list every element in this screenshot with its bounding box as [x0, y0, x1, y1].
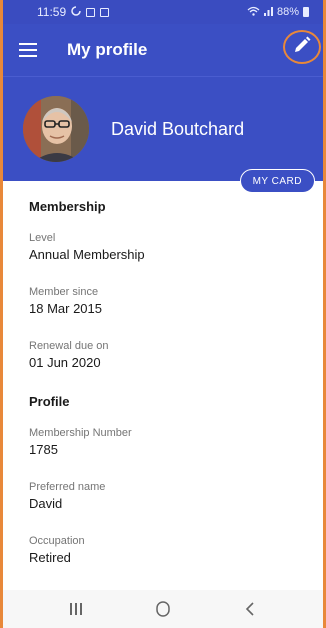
field-label: Preferred name	[29, 481, 106, 493]
field-occupation: Occupation Retired	[29, 535, 323, 565]
field-value: David	[29, 496, 63, 511]
field-label: Level	[29, 232, 56, 244]
field-value: 1785	[29, 442, 58, 457]
recents-icon[interactable]	[56, 597, 96, 621]
status-time: 11:59	[37, 5, 67, 19]
membership-section-title: Membership	[29, 199, 106, 214]
field-value: 18 Mar 2015	[29, 301, 102, 316]
home-icon[interactable]	[143, 597, 183, 621]
back-icon[interactable]	[230, 597, 270, 621]
field-level: Level Annual Membership	[29, 232, 323, 262]
field-value: Annual Membership	[29, 247, 145, 262]
page-title: My profile	[67, 40, 148, 59]
mail-icon	[86, 7, 96, 17]
user-name: David Boutchard	[111, 118, 245, 139]
wifi-icon	[247, 6, 260, 19]
image-icon	[100, 7, 110, 17]
status-right: 88%	[247, 6, 309, 19]
sync-icon	[71, 5, 81, 19]
field-value: 01 Jun 2020	[29, 355, 101, 370]
pencil-icon	[293, 36, 311, 59]
menu-icon[interactable]	[17, 39, 39, 61]
status-bar: 11:59 88%	[3, 0, 323, 24]
system-nav-bar	[3, 590, 323, 628]
field-preferred-name: Preferred name David	[29, 481, 323, 511]
my-card-button[interactable]: MY CARD	[239, 169, 315, 193]
signal-icon	[263, 6, 273, 19]
status-left: 11:59	[37, 5, 110, 19]
app-bar: My profile	[3, 24, 323, 76]
avatar	[23, 96, 89, 162]
field-value: Retired	[29, 550, 71, 565]
field-label: Occupation	[29, 535, 85, 547]
profile-content: Membership Level Annual Membership Membe…	[3, 181, 323, 565]
profile-section-title: Profile	[29, 394, 70, 409]
profile-header: David Boutchard MY CARD	[3, 76, 323, 193]
field-renewal-due: Renewal due on 01 Jun 2020	[29, 340, 323, 370]
field-label: Renewal due on	[29, 340, 109, 352]
field-member-since: Member since 18 Mar 2015	[29, 286, 323, 316]
edit-button[interactable]	[283, 30, 321, 64]
field-label: Membership Number	[29, 427, 132, 439]
field-membership-number: Membership Number 1785	[29, 427, 323, 457]
field-label: Member since	[29, 286, 99, 298]
phone-screen: 11:59 88% My profile David Boutchard MY …	[0, 0, 326, 628]
battery-icon	[303, 7, 309, 17]
battery-text: 88%	[276, 6, 299, 18]
